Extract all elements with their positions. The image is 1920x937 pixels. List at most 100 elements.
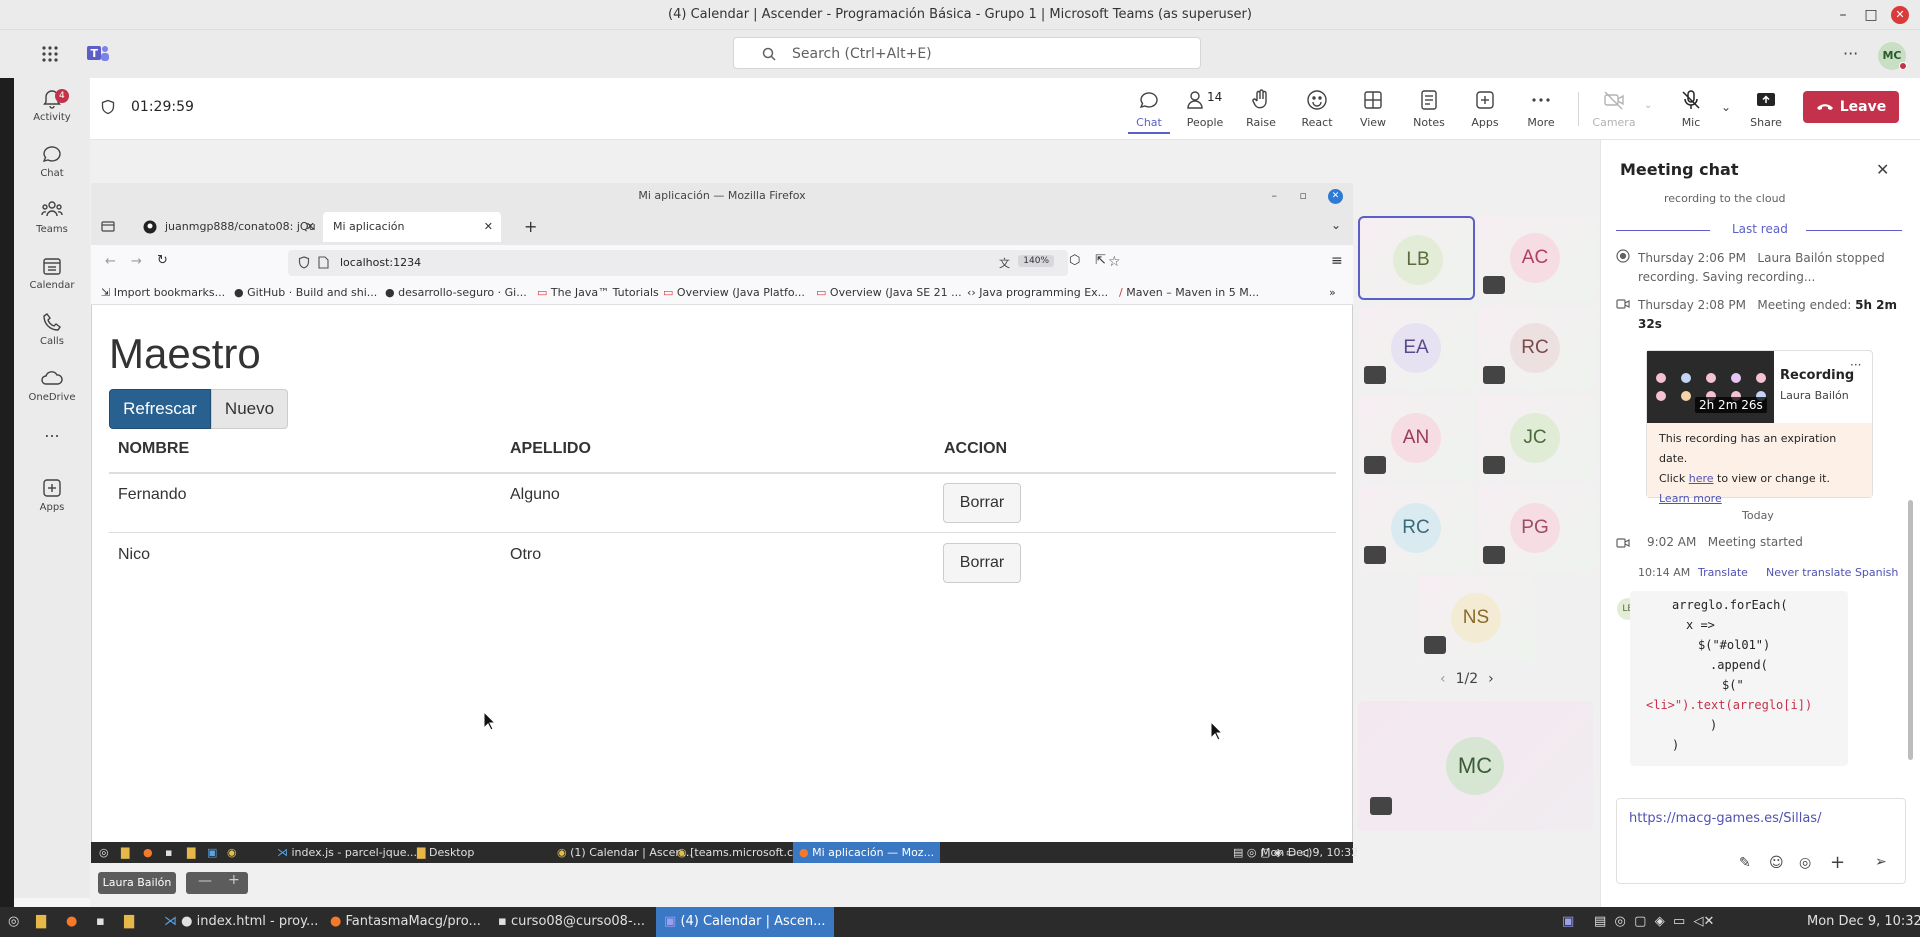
close-button[interactable]: ✕ [1891,6,1909,24]
bookmark-item[interactable]: ● GitHub · Build and shi... [234,286,377,299]
folder-icon[interactable]: ▇ [121,846,129,859]
zoom-level[interactable]: 140% [1018,255,1054,267]
taskbar-item[interactable]: ⋊ index.js - parcel-jque... [277,846,417,859]
taskbar-item[interactable]: ● FantasmaMacg/pro... [330,914,481,929]
participant-tile[interactable]: RC [1358,486,1475,570]
folder-icon[interactable]: ▇ [187,846,195,859]
tool-camera[interactable]: Camera [1586,88,1642,129]
bookmark-item[interactable]: / Maven – Maven in 5 M... [1119,286,1259,299]
bookmark-item[interactable]: ▭ Overview (Java Platfo... [663,286,805,299]
mic-options-icon[interactable]: ⌄ [1721,100,1731,114]
firefox-icon[interactable]: ● [66,914,77,929]
participant-tile[interactable]: AN [1358,396,1475,480]
recording-more-icon[interactable]: ··· [1850,358,1861,372]
chrome-icon[interactable]: ◉ [227,846,237,859]
leave-button[interactable]: Leave [1803,91,1899,123]
new-tab-icon[interactable]: + [524,217,537,236]
new-button[interactable]: Nuevo [211,389,288,429]
participant-tile[interactable]: EA [1358,306,1475,390]
participant-tile[interactable]: AC [1477,216,1594,300]
folder-icon[interactable]: ▇ [124,914,134,929]
bookmark-item[interactable]: ▭ Overview (Java SE 21 ... [816,286,962,299]
participant-tile[interactable]: NS [1418,576,1535,660]
more-options-icon[interactable]: ··· [1843,44,1858,63]
app-launcher-icon[interactable] [41,45,59,63]
url-bar[interactable]: localhost:1234 文 140% [288,250,1068,276]
zoom-out-icon[interactable]: — [198,873,212,889]
rail-teams[interactable]: Teams [14,198,90,235]
bookmark-item[interactable]: ⇲ Import bookmarks... [101,286,225,299]
launcher-icon[interactable]: ◎ [99,846,109,859]
teams-tray-icon[interactable]: ▣ [1562,914,1574,929]
ff-restore-icon[interactable]: ▫ [1300,183,1307,209]
tool-people[interactable]: 14 People [1177,88,1233,129]
chat-scrollbar[interactable] [1908,500,1913,760]
camera-options-icon[interactable]: ⌄ [1644,100,1652,111]
tab-list-icon[interactable] [101,220,115,232]
format-icon[interactable]: ✎ [1739,855,1751,871]
refresh-button[interactable]: Refrescar [109,389,211,429]
compose-box[interactable]: https://macg-games.es/Sillas/ ✎ ☺ ◎ + ➢ [1616,798,1906,884]
zoom-in-icon[interactable]: + [228,872,240,888]
rail-calendar[interactable]: Calendar [14,254,90,291]
tab-github[interactable]: juanmgp888/conato08: jQu ✕ [131,212,317,242]
send-icon[interactable]: ➢ [1875,854,1887,870]
tool-notes[interactable]: Notes [1401,88,1457,129]
participant-tile[interactable]: LB [1358,216,1475,300]
search-input[interactable]: Search (Ctrl+Alt+E) [733,37,1201,69]
taskbar-item-active[interactable]: ▣ (4) Calendar | Ascen... [656,907,834,937]
rail-activity[interactable]: Activity 4 [14,86,90,123]
learn-more-link[interactable]: Learn more [1659,492,1722,505]
firefox-icon[interactable]: ● [143,846,153,859]
next-page-icon[interactable]: › [1488,671,1494,687]
bookmark-star-icon[interactable]: ☆ [1108,254,1121,270]
tool-view[interactable]: View [1345,88,1401,129]
rail-chat[interactable]: Chat [14,142,90,179]
maximize-button[interactable]: □ [1862,6,1880,24]
tab-close-icon[interactable]: ✕ [484,212,493,242]
tool-mic[interactable]: Mic [1663,88,1719,129]
emoji-icon[interactable]: ☺ [1769,855,1784,871]
reload-icon[interactable]: ↻ [157,253,168,268]
translate-icon[interactable]: 文 [999,255,1010,271]
tab-overflow-icon[interactable]: ⌄ [1331,218,1341,232]
tool-raise[interactable]: Raise [1233,88,1289,129]
extensions-icon[interactable]: ⬡ [1069,253,1080,268]
taskbar-item[interactable]: ⋊ ● index.html - proy... [164,914,318,929]
bookmark-item[interactable]: ‹› Java programming Ex... [967,286,1108,299]
minimize-button[interactable]: – [1834,6,1852,24]
tab-mi-aplicacion[interactable]: Mi aplicación ✕ [323,212,501,242]
never-translate-link[interactable]: Never translate Spanish [1766,566,1898,579]
taskbar-item[interactable]: ▪ curso08@curso08-... [498,914,645,929]
rail-onedrive[interactable]: OneDrive [14,366,90,403]
loop-icon[interactable]: ◎ [1799,855,1811,871]
rail-calls[interactable]: Calls [14,310,90,347]
rail-apps[interactable]: Apps [14,476,90,513]
vscode-icon[interactable]: ▣ [207,846,217,859]
taskbar-item-active[interactable]: ● Mi aplicación — Moz... [793,842,941,863]
prev-page-icon[interactable]: ‹ [1440,671,1446,687]
taskbar-item[interactable]: ◉ [teams.microsoft.co... [677,846,810,859]
participant-tile[interactable]: PG [1477,486,1594,570]
taskbar-item[interactable]: ▇ Desktop [417,846,474,859]
participant-tile[interactable]: JC [1477,396,1594,480]
close-chat-icon[interactable]: ✕ [1876,160,1889,179]
forward-icon[interactable]: → [131,254,142,269]
attach-icon[interactable]: + [1830,852,1845,873]
back-icon[interactable]: ← [105,254,116,269]
menu-icon[interactable]: ≡ [1331,253,1343,269]
tool-chat[interactable]: Chat [1121,88,1177,134]
recording-thumbnail[interactable]: 2h 2m 26s [1647,351,1774,423]
terminal-icon[interactable]: ▪ [96,914,105,929]
tool-more[interactable]: More [1513,88,1569,129]
tool-share[interactable]: Share [1738,88,1794,129]
ff-minimize-icon[interactable]: – [1272,183,1278,209]
ff-close-icon[interactable]: ✕ [1328,189,1343,204]
delete-button[interactable]: Borrar [943,543,1021,583]
tool-react[interactable]: React [1289,88,1345,129]
tool-apps[interactable]: Apps [1457,88,1513,129]
tab-close-icon[interactable]: ✕ [306,212,315,242]
bookmarks-overflow-icon[interactable]: » [1329,286,1336,299]
folder-icon[interactable]: ▇ [36,914,46,929]
self-video-tile[interactable]: MC [1358,701,1593,831]
